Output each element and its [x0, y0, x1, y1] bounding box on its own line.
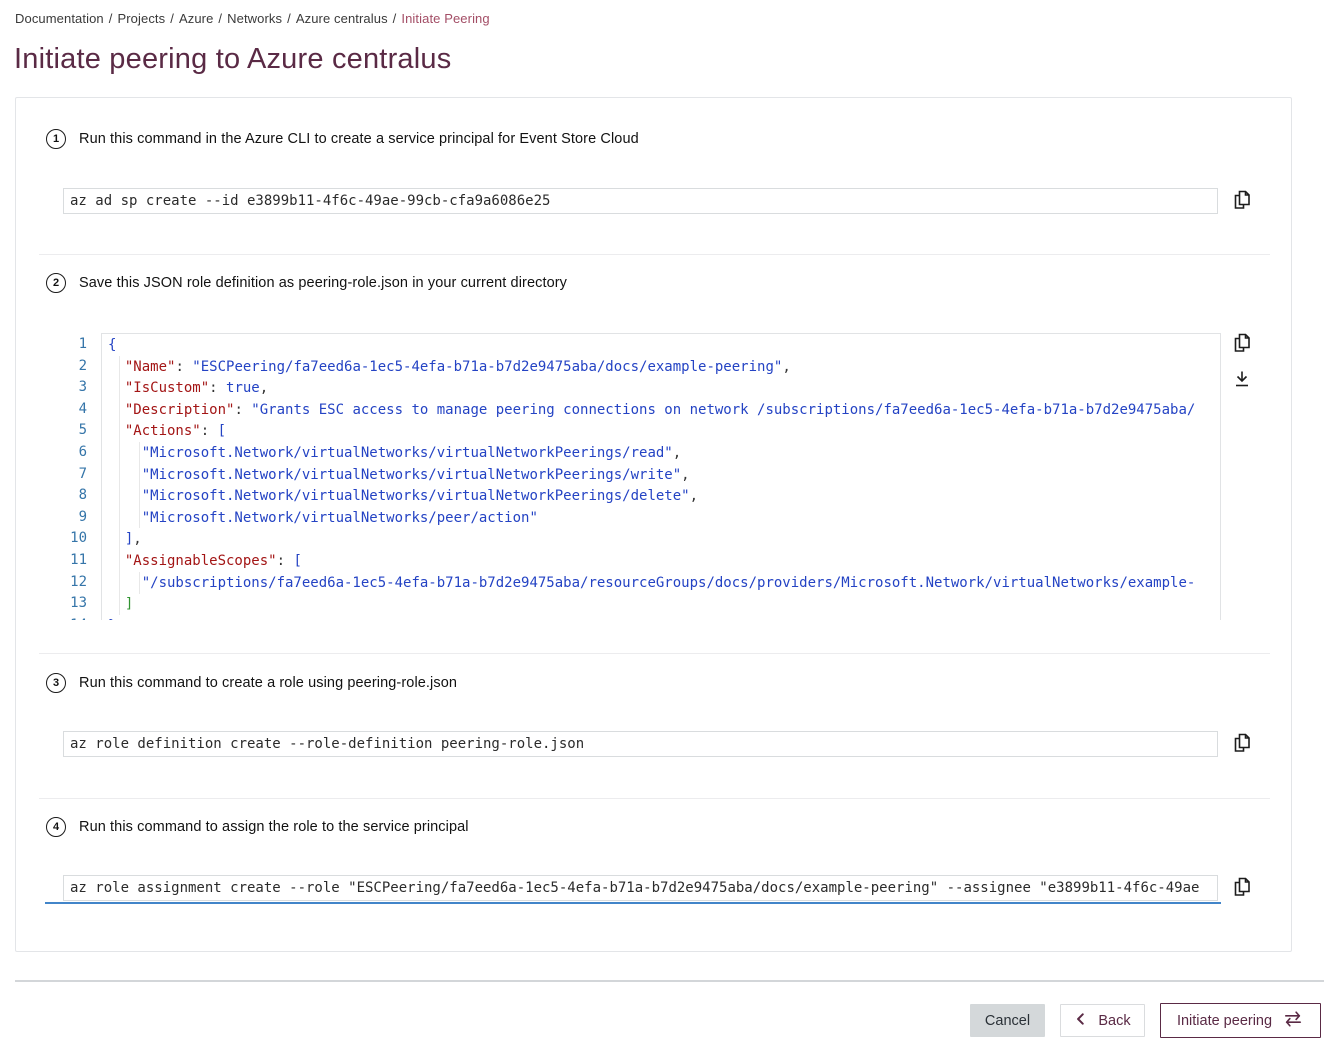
- json-code-line: "Microsoft.Network/virtualNetworks/virtu…: [108, 465, 1195, 487]
- breadcrumb-item-azure[interactable]: Azure: [179, 11, 213, 26]
- step-1-command[interactable]: az ad sp create --id e3899b11-4f6c-49ae-…: [63, 188, 1218, 214]
- step-4-command[interactable]: az role assignment create --role "ESCPee…: [63, 875, 1218, 901]
- breadcrumb-item-networks[interactable]: Networks: [227, 11, 282, 26]
- json-line-number: 1: [46, 334, 87, 356]
- initiate-peering-button-label: Initiate peering: [1177, 1013, 1272, 1029]
- json-code-line: "Actions": [: [108, 421, 1195, 443]
- breadcrumb-separator: /: [213, 11, 227, 26]
- indent-guide: [119, 356, 120, 615]
- json-code-line: "Description": "Grants ESC access to man…: [108, 400, 1195, 422]
- json-code-line: "/subscriptions/fa7eed6a-1ec5-4efa-b71a-…: [108, 573, 1195, 595]
- copy-button[interactable]: [1230, 875, 1254, 899]
- json-code-line: ],: [108, 529, 1195, 551]
- copy-icon: [1230, 331, 1254, 355]
- json-line-number: 12: [46, 572, 87, 594]
- json-code-line: "Microsoft.Network/virtualNetworks/peer/…: [108, 508, 1195, 530]
- step-2-number: 2: [46, 273, 66, 293]
- json-code-line: "Name": "ESCPeering/fa7eed6a-1ec5-4efa-b…: [108, 357, 1195, 379]
- copy-icon: [1230, 875, 1254, 899]
- breadcrumb-separator: /: [104, 11, 118, 26]
- page: Documentation/Projects/Azure/Networks/Az…: [0, 0, 1339, 1057]
- json-line-number: 4: [46, 399, 87, 421]
- cancel-button[interactable]: Cancel: [970, 1004, 1045, 1037]
- breadcrumb-separator: /: [388, 11, 402, 26]
- copy-icon: [1230, 731, 1254, 755]
- json-line-number: 3: [46, 377, 87, 399]
- section-divider: [39, 653, 1270, 654]
- section-divider: [39, 254, 1270, 255]
- json-code-line: "Microsoft.Network/virtualNetworks/virtu…: [108, 443, 1195, 465]
- copy-button[interactable]: [1230, 331, 1254, 355]
- step-4-number: 4: [46, 817, 66, 837]
- breadcrumb-item-azure-centralus[interactable]: Azure centralus: [296, 11, 388, 26]
- footer-divider: [15, 980, 1324, 982]
- json-line-number: 11: [46, 550, 87, 572]
- step-4-label: Run this command to assign the role to t…: [79, 819, 469, 835]
- step-1-label: Run this command in the Azure CLI to cre…: [79, 131, 639, 147]
- step-1-number: 1: [46, 129, 66, 149]
- steps-card: 1 Run this command in the Azure CLI to c…: [15, 97, 1292, 952]
- json-line-number: 9: [46, 507, 87, 529]
- section-divider: [39, 798, 1270, 799]
- page-title: Initiate peering to Azure centralus: [14, 43, 451, 76]
- json-line-number: 2: [46, 356, 87, 378]
- json-line-number: 5: [46, 420, 87, 442]
- indent-guide: [139, 442, 140, 528]
- json-code-line: }: [108, 616, 1195, 620]
- breadcrumb-current: Initiate Peering: [401, 11, 489, 26]
- step-3-command[interactable]: az role definition create --role-definit…: [63, 731, 1218, 757]
- json-line-number: 10: [46, 528, 87, 550]
- json-role-definition-editor[interactable]: 1234567891011121314 { "Name": "ESCPeerin…: [16, 333, 1276, 620]
- breadcrumb-item-projects[interactable]: Projects: [117, 11, 165, 26]
- breadcrumb-separator: /: [282, 11, 296, 26]
- json-line-number: 14: [46, 615, 87, 620]
- chevron-left-icon: [1074, 1012, 1088, 1030]
- download-icon: [1230, 367, 1254, 391]
- json-line-number: 7: [46, 464, 87, 486]
- copy-button[interactable]: [1230, 731, 1254, 755]
- json-line-number: 13: [46, 593, 87, 615]
- swap-arrows-icon: [1282, 1010, 1304, 1032]
- breadcrumb-separator: /: [165, 11, 179, 26]
- json-code-lines: { "Name": "ESCPeering/fa7eed6a-1ec5-4efa…: [102, 335, 1195, 620]
- copy-button[interactable]: [1230, 188, 1254, 212]
- json-line-number: 8: [46, 485, 87, 507]
- download-button[interactable]: [1230, 367, 1254, 391]
- back-button-label: Back: [1098, 1013, 1130, 1029]
- copy-icon: [1230, 188, 1254, 212]
- back-button[interactable]: Back: [1060, 1004, 1145, 1037]
- json-code-line: {: [108, 335, 1195, 357]
- cancel-button-label: Cancel: [985, 1013, 1030, 1029]
- json-code-line: "AssignableScopes": [: [108, 551, 1195, 573]
- json-content-area[interactable]: { "Name": "ESCPeering/fa7eed6a-1ec5-4efa…: [101, 333, 1221, 620]
- json-line-number: 6: [46, 442, 87, 464]
- json-code-line: "Microsoft.Network/virtualNetworks/virtu…: [108, 486, 1195, 508]
- initiate-peering-button[interactable]: Initiate peering: [1160, 1003, 1321, 1038]
- json-line-numbers: 1234567891011121314: [46, 334, 87, 620]
- step-3-label: Run this command to create a role using …: [79, 675, 457, 691]
- indent-guide: [139, 572, 140, 594]
- json-code-line: "IsCustom": true,: [108, 378, 1195, 400]
- step-2-label: Save this JSON role definition as peerin…: [79, 275, 567, 291]
- json-code-line: ]: [108, 594, 1195, 616]
- horizontal-scrollbar[interactable]: [45, 902, 1221, 904]
- breadcrumb-item-documentation[interactable]: Documentation: [15, 11, 104, 26]
- step-3-number: 3: [46, 673, 66, 693]
- breadcrumb: Documentation/Projects/Azure/Networks/Az…: [15, 11, 490, 26]
